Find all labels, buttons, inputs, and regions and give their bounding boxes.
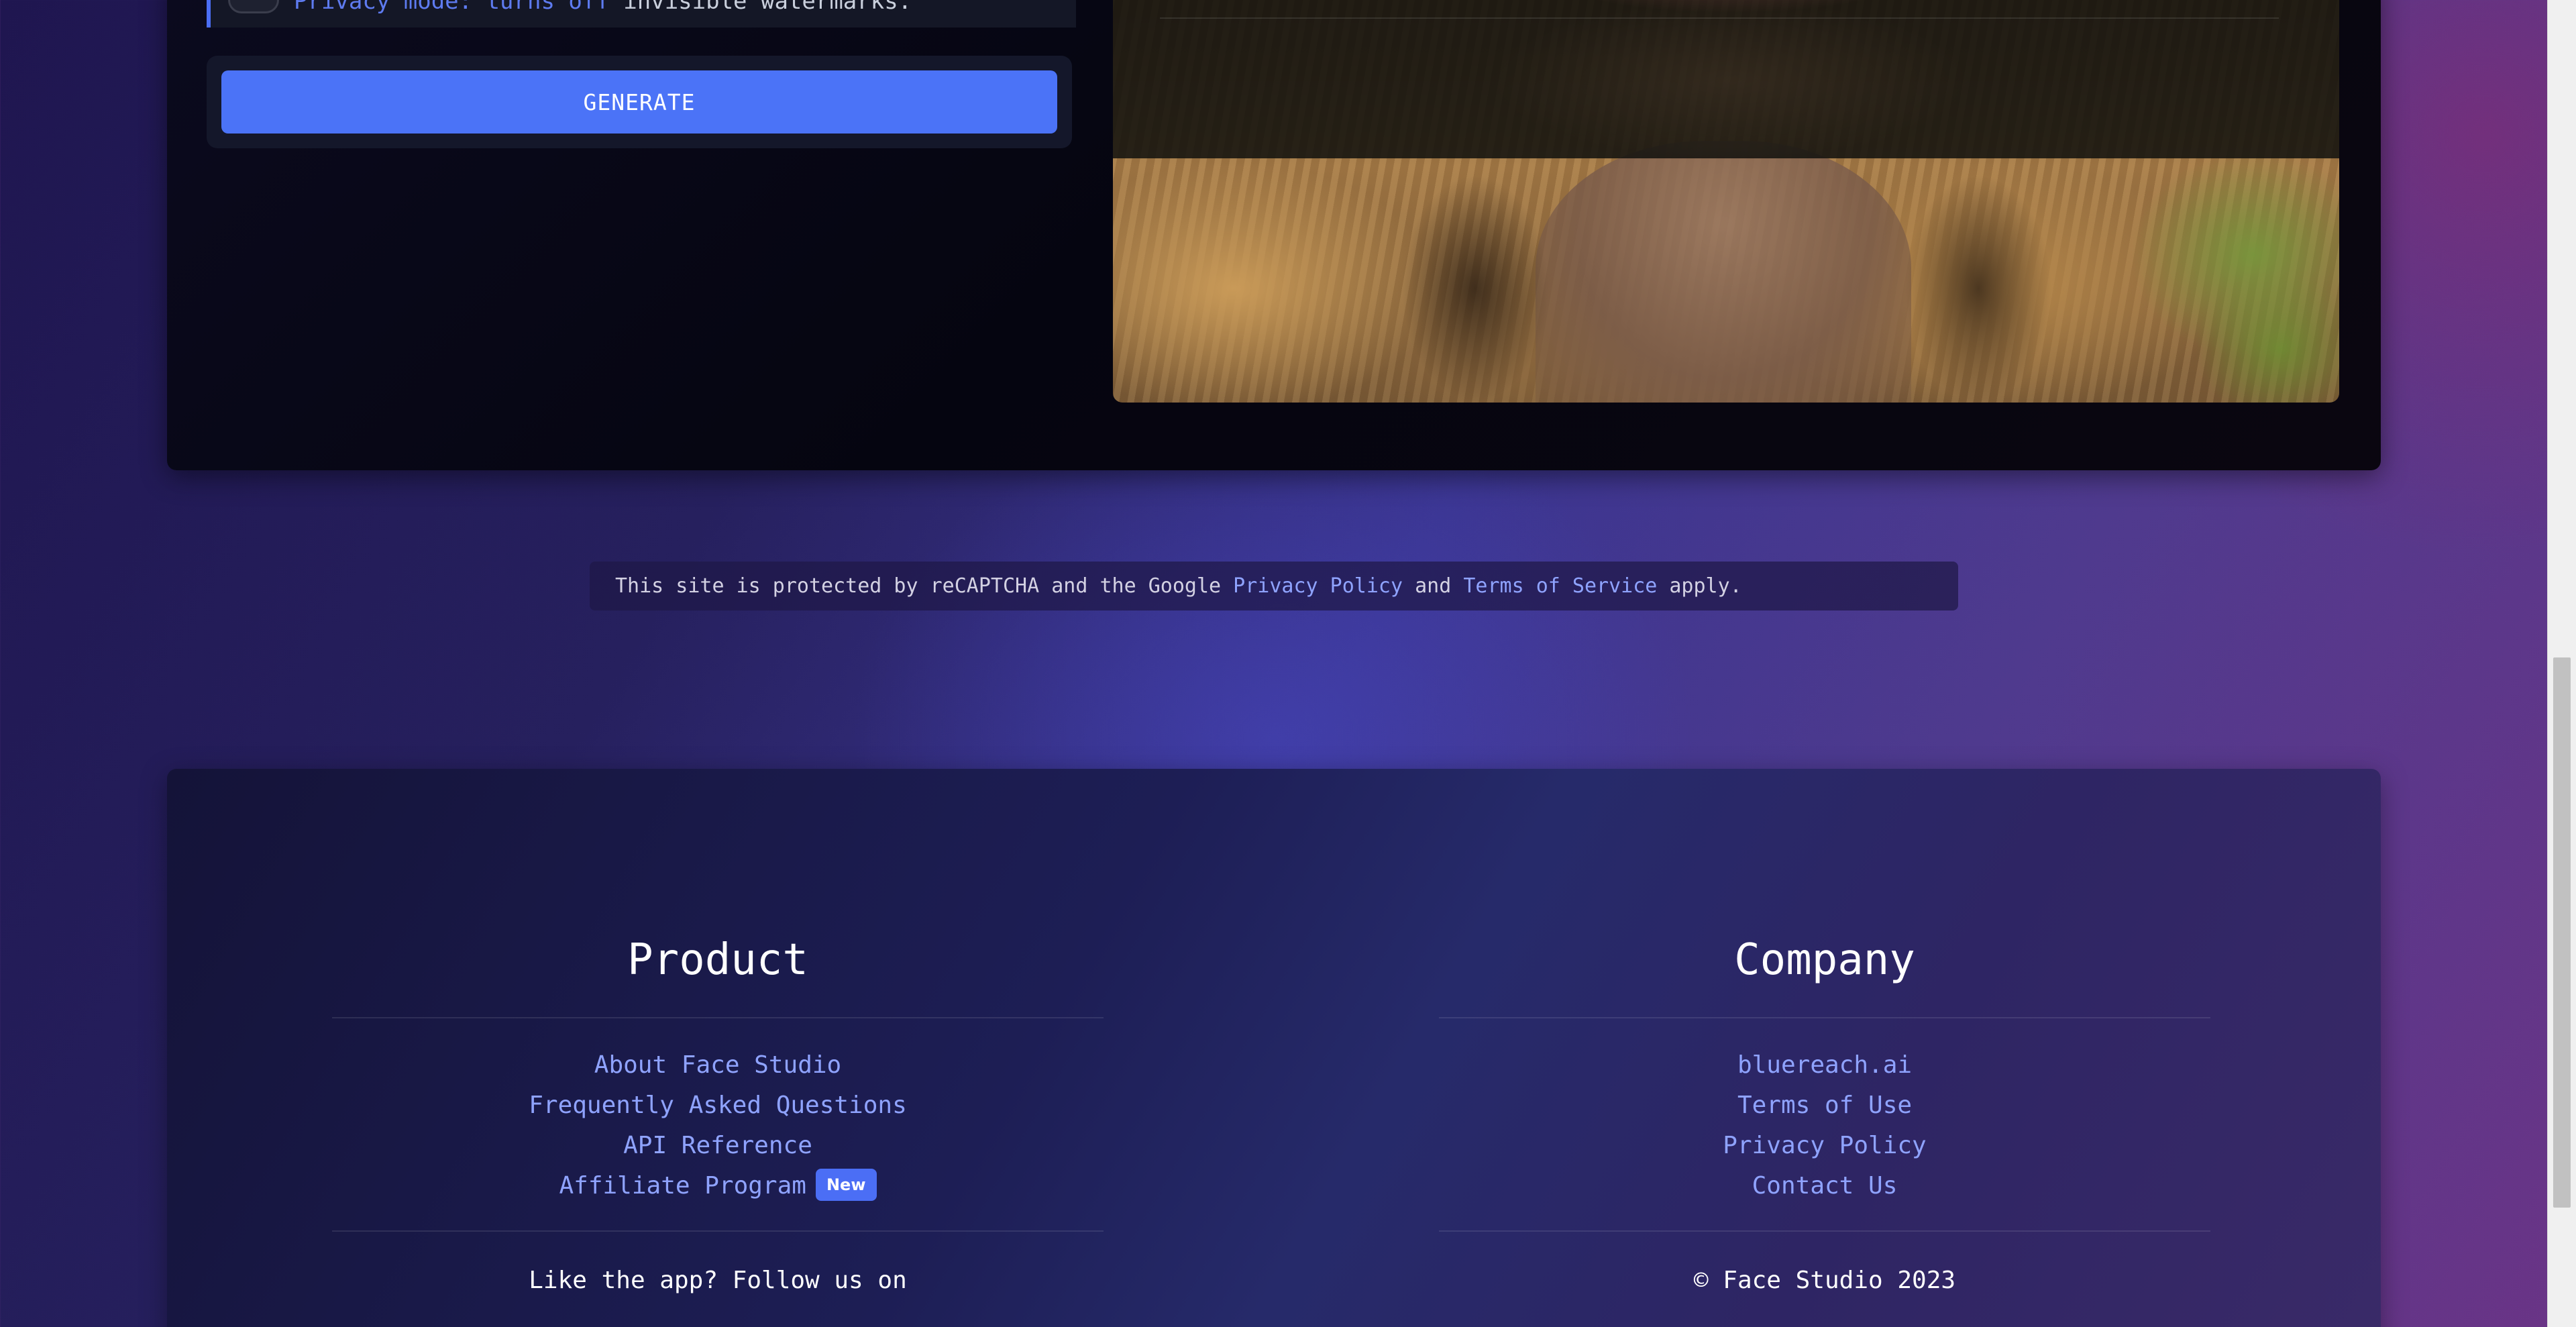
footer: Product About Face Studio Frequently Ask… bbox=[167, 769, 2381, 1327]
recaptcha-notice: This site is protected by reCAPTCHA and … bbox=[590, 562, 1958, 611]
footer-product-column: Product About Face Studio Frequently Ask… bbox=[332, 930, 1104, 1294]
list-item: Frequently Asked Questions bbox=[332, 1085, 1104, 1126]
list-item: About Face Studio bbox=[332, 1045, 1104, 1085]
generated-face-image bbox=[1113, 0, 2339, 403]
page-scrollbar[interactable] bbox=[2547, 0, 2576, 1327]
portrait-neck bbox=[1536, 141, 1911, 403]
footer-product-heading: Product bbox=[627, 935, 808, 985]
divider bbox=[1439, 1017, 2210, 1018]
overlay-divider bbox=[1160, 17, 2279, 19]
bluereach-link[interactable]: bluereach.ai bbox=[1737, 1051, 1912, 1079]
copyright-text: © Face Studio 2023 bbox=[1693, 1267, 1956, 1294]
footer-product-links: About Face Studio Frequently Asked Quest… bbox=[332, 1045, 1104, 1206]
terms-of-use-link[interactable]: Terms of Use bbox=[1737, 1092, 1912, 1119]
divider bbox=[332, 1017, 1104, 1018]
privacy-mode-label: Privacy mode: turns off invisible waterm… bbox=[294, 0, 912, 15]
affiliate-program-link[interactable]: Affiliate Program bbox=[559, 1172, 806, 1200]
scrollbar-thumb[interactable] bbox=[2553, 657, 2571, 1208]
generate-button-container: GENERATE bbox=[207, 56, 1072, 148]
privacy-policy-link[interactable]: Privacy Policy bbox=[1723, 1132, 1926, 1159]
list-item: Terms of Use bbox=[1439, 1085, 2210, 1126]
recaptcha-text-before: This site is protected by reCAPTCHA and … bbox=[615, 574, 1234, 598]
privacy-mode-row: Privacy mode: turns off invisible waterm… bbox=[207, 0, 1076, 28]
new-badge: New bbox=[815, 1169, 877, 1201]
footer-company-links: bluereach.ai Terms of Use Privacy Policy… bbox=[1439, 1045, 2210, 1206]
list-item: Contact Us bbox=[1439, 1166, 2210, 1206]
privacy-mode-label-prefix: Privacy mode: turns off bbox=[294, 0, 610, 15]
portrait-lips bbox=[1542, 0, 1918, 13]
generate-button[interactable]: GENERATE bbox=[221, 70, 1057, 134]
recaptcha-terms-link[interactable]: Terms of Service bbox=[1463, 574, 1657, 598]
portrait-chin bbox=[1489, 0, 1972, 161]
follow-us-text: Like the app? Follow us on bbox=[529, 1267, 907, 1294]
list-item: API Reference bbox=[332, 1126, 1104, 1166]
recaptcha-privacy-link[interactable]: Privacy Policy bbox=[1233, 574, 1403, 598]
recaptcha-text-mid: and bbox=[1403, 574, 1464, 598]
list-item: Affiliate Program New bbox=[332, 1166, 1104, 1206]
footer-company-column: Company bluereach.ai Terms of Use Privac… bbox=[1439, 930, 2210, 1294]
contact-us-link[interactable]: Contact Us bbox=[1752, 1172, 1898, 1200]
list-item: Privacy Policy bbox=[1439, 1126, 2210, 1166]
recaptcha-text-after: apply. bbox=[1657, 574, 1742, 598]
divider bbox=[332, 1230, 1104, 1232]
api-reference-link[interactable]: API Reference bbox=[623, 1132, 812, 1159]
faq-link[interactable]: Frequently Asked Questions bbox=[529, 1092, 907, 1119]
portrait-shadow-left bbox=[1401, 174, 1549, 403]
privacy-mode-label-suffix: invisible watermarks. bbox=[609, 0, 912, 15]
footer-company-heading: Company bbox=[1734, 935, 1915, 985]
list-item: bluereach.ai bbox=[1439, 1045, 2210, 1085]
about-link[interactable]: About Face Studio bbox=[594, 1051, 841, 1079]
divider bbox=[1439, 1230, 2210, 1232]
portrait-shadow-right bbox=[1904, 174, 2052, 403]
privacy-mode-toggle[interactable] bbox=[228, 0, 279, 13]
image-overlay bbox=[1113, 0, 2339, 161]
